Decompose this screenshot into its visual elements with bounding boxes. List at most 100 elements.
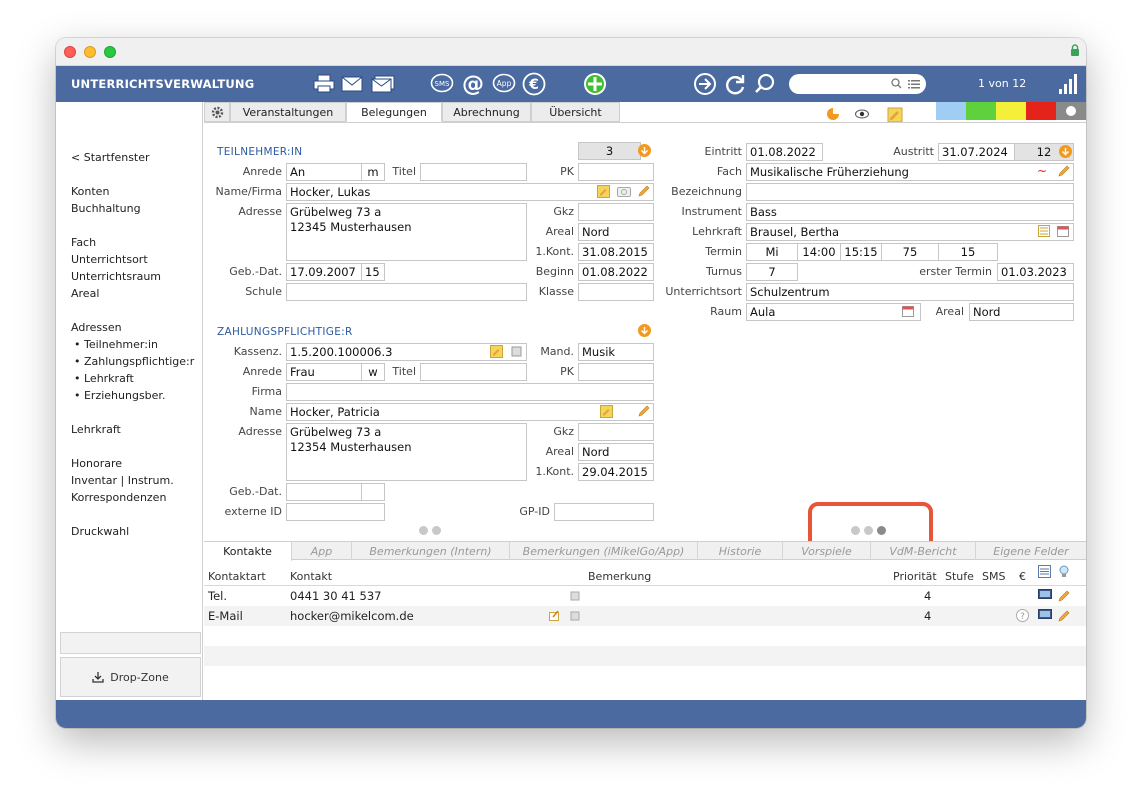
btab-kontakte[interactable]: Kontakte xyxy=(204,542,292,561)
contact-monitor-icon[interactable] xyxy=(1038,589,1052,601)
sidebar-item-lehrkraft-adresse[interactable]: • Lehrkraft xyxy=(74,372,134,385)
mail-multiple-icon[interactable] xyxy=(371,72,395,96)
teilnehmer-geschlecht-field[interactable]: m xyxy=(361,163,385,181)
sidebar-back-startfenster[interactable]: < Startfenster xyxy=(71,151,150,164)
teilnehmer-schule-field[interactable] xyxy=(286,283,527,301)
zahler-gp-id-field[interactable] xyxy=(554,503,654,521)
termin-von-field[interactable]: 14:00 xyxy=(797,243,841,261)
termin-tag-field[interactable]: Mi xyxy=(746,243,798,261)
sidebar-item-unterrichtsraum[interactable]: Unterrichtsraum xyxy=(71,270,161,283)
btab-historie[interactable]: Historie xyxy=(698,542,783,560)
belegung-turnus-field[interactable]: 7 xyxy=(746,263,798,281)
belegung-austritt-field[interactable]: 31.07.2024 xyxy=(938,143,1015,161)
zahler-anrede-field[interactable]: Frau xyxy=(286,363,362,381)
teilnehmer-titel-field[interactable] xyxy=(420,163,527,181)
teilnehmer-alter-field[interactable]: 15 xyxy=(361,263,385,281)
contact-edit-icon[interactable] xyxy=(1058,589,1071,602)
sidebar-item-zahlungspflichtige[interactable]: • Zahlungspflichtige:r xyxy=(74,355,194,368)
tab-veranstaltungen[interactable]: Veranstaltungen xyxy=(230,102,346,122)
zahler-dropdown-icon[interactable] xyxy=(638,324,651,337)
table-row[interactable]: E-Mail hocker@mikelcom.de 4 ? xyxy=(204,606,1086,626)
btab-app[interactable]: App xyxy=(292,542,352,560)
color-filter-yellow[interactable] xyxy=(996,102,1026,120)
belegung-dropdown-icon[interactable] xyxy=(1059,145,1072,158)
zahler-kont-field[interactable]: 29.04.2015 xyxy=(578,463,654,481)
sidebar-item-erziehungsber[interactable]: • Erziehungsber. xyxy=(74,389,165,402)
tab-uebersicht[interactable]: Übersicht xyxy=(531,102,620,122)
btab-eigene-felder[interactable]: Eigene Felder xyxy=(976,542,1086,560)
teilnehmer-camera-icon[interactable] xyxy=(617,185,631,197)
teilnehmer-note-icon[interactable] xyxy=(597,185,610,198)
minimize-window-button[interactable] xyxy=(84,46,96,58)
settings-tab[interactable] xyxy=(204,102,230,122)
eye-icon[interactable] xyxy=(855,109,869,119)
drop-zone[interactable]: Drop-Zone xyxy=(60,657,201,697)
teilnehmer-anrede-field[interactable]: An xyxy=(286,163,362,181)
search-list-icon[interactable] xyxy=(908,79,920,89)
zahler-edit-icon[interactable] xyxy=(638,404,651,417)
close-window-button[interactable] xyxy=(64,46,76,58)
color-filter-grey[interactable] xyxy=(1056,102,1086,120)
search-icon[interactable] xyxy=(753,72,777,96)
left-page-dots[interactable] xyxy=(419,526,441,535)
btab-vorspiele[interactable]: Vorspiele xyxy=(783,542,871,560)
sidebar-item-buchhaltung[interactable]: Buchhaltung xyxy=(71,202,141,215)
app-icon[interactable]: App xyxy=(492,72,516,96)
zahler-geschlecht-field[interactable]: w xyxy=(361,363,385,381)
contact-edit-icon[interactable] xyxy=(1058,609,1071,622)
btab-vdm-bericht[interactable]: VdM-Bericht xyxy=(871,542,976,560)
teilnehmer-dropdown-icon[interactable] xyxy=(638,144,651,157)
sms-icon[interactable]: SMS xyxy=(430,72,454,96)
printer-icon[interactable] xyxy=(312,72,336,96)
sidebar-item-druckwahl[interactable]: Druckwahl xyxy=(71,525,129,538)
belegung-unterrichtsort-field[interactable]: Schulzentrum xyxy=(746,283,1074,301)
sidebar-item-areal[interactable]: Areal xyxy=(71,287,99,300)
add-icon[interactable] xyxy=(583,72,607,96)
lehrkraft-list-icon[interactable] xyxy=(1038,225,1050,237)
teilnehmer-klasse-field[interactable] xyxy=(578,283,654,301)
zahler-note-icon[interactable] xyxy=(600,405,613,418)
belegung-bezeichnung-field[interactable] xyxy=(746,183,1074,201)
termin-bis-field[interactable]: 15:15 xyxy=(840,243,882,261)
tab-belegungen[interactable]: Belegungen xyxy=(346,102,442,122)
teilnehmer-pk-field[interactable] xyxy=(578,163,654,181)
signal-bars-icon[interactable] xyxy=(1059,74,1079,94)
termin-dauer-field[interactable]: 75 xyxy=(881,243,939,261)
contact-mail-note-icon[interactable] xyxy=(549,610,560,621)
contact-doc-icon[interactable] xyxy=(570,611,580,621)
email-at-icon[interactable]: @ xyxy=(461,72,485,96)
zahler-gkz-field[interactable] xyxy=(578,423,654,441)
belegung-eintritt-field[interactable]: 01.08.2022 xyxy=(746,143,823,161)
contact-monitor-icon[interactable] xyxy=(1038,609,1052,621)
note-icon[interactable] xyxy=(887,107,903,123)
zahler-geb-field[interactable] xyxy=(286,483,362,501)
fach-edit-icon[interactable] xyxy=(1058,164,1071,177)
sidebar-item-teilnehmer[interactable]: • Teilnehmer:in xyxy=(74,338,158,351)
teilnehmer-beginn-field[interactable]: 01.08.2022 xyxy=(578,263,654,281)
belegung-lehrkraft-field[interactable]: Brausel, Bertha xyxy=(746,223,1074,241)
teilnehmer-gkz-field[interactable] xyxy=(578,203,654,221)
zahler-areal-field[interactable]: Nord xyxy=(578,443,654,461)
teilnehmer-kont-field[interactable]: 31.08.2015 xyxy=(578,243,654,261)
zahler-name-field[interactable]: Hocker, Patricia xyxy=(286,403,654,421)
teilnehmer-geb-field[interactable]: 17.09.2007 xyxy=(286,263,362,281)
sidebar-item-adressen[interactable]: Adressen xyxy=(71,321,122,334)
color-filter-blue[interactable] xyxy=(936,102,966,120)
belegung-erster-termin-field[interactable]: 01.03.2023 xyxy=(997,263,1074,281)
table-row[interactable]: Tel. 0441 30 41 537 4 xyxy=(204,586,1086,606)
zahler-externe-id-field[interactable] xyxy=(286,503,385,521)
raum-calendar-icon[interactable] xyxy=(902,305,914,317)
termin-anzahl-field[interactable]: 15 xyxy=(938,243,998,261)
zahler-alter-field[interactable] xyxy=(361,483,385,501)
search-input[interactable] xyxy=(789,74,926,94)
sidebar-item-inventar[interactable]: Inventar | Instrum. xyxy=(71,474,174,487)
zahler-firma-field[interactable] xyxy=(286,383,654,401)
pie-chart-icon[interactable] xyxy=(826,107,840,121)
belegung-areal-field[interactable]: Nord xyxy=(969,303,1074,321)
contacts-list-icon[interactable] xyxy=(1038,565,1051,578)
mail-icon[interactable] xyxy=(340,72,364,96)
teilnehmer-adresse-field[interactable]: Grübelweg 73 a 12345 Musterhausen xyxy=(286,203,527,261)
zahler-mand-field[interactable]: Musik xyxy=(578,343,654,361)
euro-icon[interactable]: € xyxy=(522,72,546,96)
zoom-window-button[interactable] xyxy=(104,46,116,58)
